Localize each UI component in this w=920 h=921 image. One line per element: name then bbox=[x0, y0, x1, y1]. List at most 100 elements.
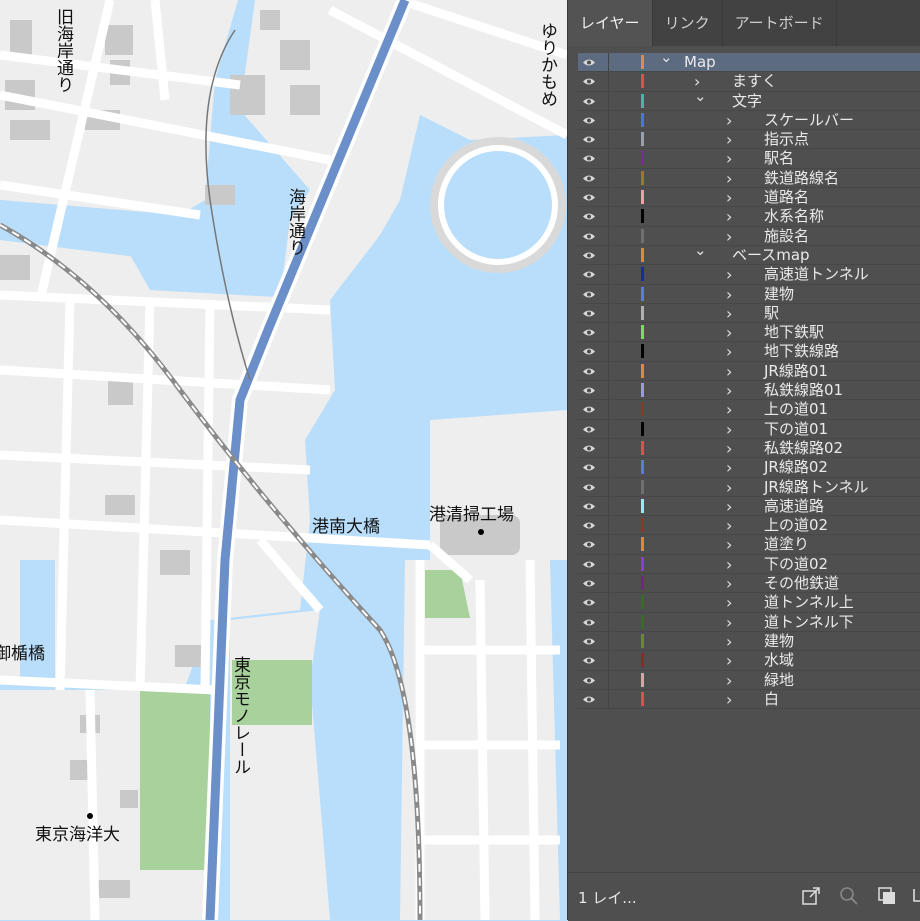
chevron-right-icon[interactable]: › bbox=[726, 594, 732, 611]
layer-row[interactable]: › 水系名称 bbox=[578, 207, 920, 227]
visibility-eye-icon[interactable] bbox=[582, 232, 596, 241]
lock-column[interactable] bbox=[608, 284, 609, 303]
visibility-eye-icon[interactable] bbox=[582, 425, 596, 434]
layer-row[interactable]: › 駅名 bbox=[578, 149, 920, 169]
visibility-eye-icon[interactable] bbox=[582, 579, 596, 588]
lock-column[interactable] bbox=[608, 265, 609, 284]
chevron-right-icon[interactable]: › bbox=[726, 479, 732, 496]
visibility-eye-icon[interactable] bbox=[582, 521, 596, 530]
layer-row[interactable]: › 道トンネル下 bbox=[578, 612, 920, 632]
chevron-right-icon[interactable]: › bbox=[726, 363, 732, 380]
visibility-eye-icon[interactable] bbox=[582, 367, 596, 376]
chevron-right-icon[interactable]: › bbox=[726, 575, 732, 592]
lock-column[interactable] bbox=[608, 110, 609, 130]
layer-row[interactable]: › 上の道01 bbox=[578, 400, 920, 420]
chevron-right-icon[interactable]: › bbox=[726, 382, 732, 399]
chevron-right-icon[interactable]: › bbox=[726, 633, 732, 650]
chevron-right-icon[interactable]: › bbox=[726, 112, 732, 129]
lock-column[interactable] bbox=[608, 419, 609, 438]
lock-column[interactable] bbox=[608, 381, 609, 400]
lock-column[interactable] bbox=[608, 245, 609, 265]
visibility-eye-icon[interactable] bbox=[582, 251, 596, 260]
visibility-eye-icon[interactable] bbox=[582, 309, 596, 318]
layer-row[interactable]: › 私鉄線路02 bbox=[578, 438, 920, 459]
layer-row[interactable]: › 鉄道路線名 bbox=[578, 168, 920, 189]
visibility-eye-icon[interactable] bbox=[582, 444, 596, 453]
chevron-right-icon[interactable]: › bbox=[726, 672, 732, 689]
lock-column[interactable] bbox=[608, 651, 609, 670]
chevron-right-icon[interactable]: › bbox=[726, 517, 732, 534]
export-icon[interactable] bbox=[800, 885, 822, 907]
chevron-right-icon[interactable]: › bbox=[726, 498, 732, 515]
visibility-eye-icon[interactable] bbox=[582, 618, 596, 627]
visibility-eye-icon[interactable] bbox=[582, 502, 596, 511]
visibility-eye-icon[interactable] bbox=[582, 77, 596, 86]
chevron-right-icon[interactable]: › bbox=[726, 343, 732, 360]
chevron-right-icon[interactable]: › bbox=[726, 459, 732, 476]
new-sublayer-icon[interactable] bbox=[908, 885, 920, 907]
layer-row[interactable]: › JR線路トンネル bbox=[578, 477, 920, 497]
lock-column[interactable] bbox=[608, 477, 609, 496]
visibility-eye-icon[interactable] bbox=[582, 560, 596, 569]
chevron-right-icon[interactable]: › bbox=[726, 208, 732, 225]
layer-row[interactable]: › 白 bbox=[578, 689, 920, 710]
visibility-eye-icon[interactable] bbox=[582, 290, 596, 299]
layer-row[interactable]: ⌄ Map bbox=[578, 49, 920, 73]
layer-row[interactable]: › スケールバー bbox=[578, 110, 920, 131]
visibility-eye-icon[interactable] bbox=[582, 695, 596, 704]
lock-column[interactable] bbox=[608, 554, 609, 574]
lock-column[interactable] bbox=[608, 53, 609, 72]
visibility-eye-icon[interactable] bbox=[582, 483, 596, 492]
chevron-right-icon[interactable]: › bbox=[726, 170, 732, 187]
lock-column[interactable] bbox=[608, 207, 609, 226]
chevron-down-icon[interactable]: ⌄ bbox=[694, 241, 707, 259]
layer-row[interactable]: › 指示点 bbox=[578, 130, 920, 150]
lock-column[interactable] bbox=[608, 400, 609, 419]
layer-row[interactable]: › 駅 bbox=[578, 303, 920, 324]
visibility-eye-icon[interactable] bbox=[582, 540, 596, 549]
lock-column[interactable] bbox=[608, 593, 609, 612]
layer-row[interactable]: ⌄ 文字 bbox=[578, 87, 920, 111]
lock-column[interactable] bbox=[608, 361, 609, 381]
lock-column[interactable] bbox=[608, 168, 609, 188]
lock-column[interactable] bbox=[608, 689, 609, 709]
visibility-eye-icon[interactable] bbox=[582, 97, 596, 106]
lock-column[interactable] bbox=[608, 149, 609, 168]
lock-column[interactable] bbox=[608, 91, 609, 110]
visibility-eye-icon[interactable] bbox=[582, 193, 596, 202]
layer-row[interactable]: › 施設名 bbox=[578, 226, 920, 246]
visibility-eye-icon[interactable] bbox=[582, 212, 596, 221]
lock-column[interactable] bbox=[608, 458, 609, 477]
lock-column[interactable] bbox=[608, 130, 609, 149]
visibility-eye-icon[interactable] bbox=[582, 116, 596, 125]
layer-row[interactable]: › 下の道01 bbox=[578, 419, 920, 439]
layer-row[interactable]: › 道トンネル上 bbox=[578, 593, 920, 613]
layer-row[interactable]: › 地下鉄線路 bbox=[578, 342, 920, 362]
tab-1[interactable]: リンク bbox=[653, 0, 723, 46]
tab-0[interactable]: レイヤー bbox=[568, 0, 653, 46]
visibility-eye-icon[interactable] bbox=[582, 676, 596, 685]
layer-row[interactable]: › 水域 bbox=[578, 651, 920, 671]
layer-row[interactable]: ⌄ ベースmap bbox=[578, 241, 920, 266]
chevron-right-icon[interactable]: › bbox=[726, 324, 732, 341]
lock-column[interactable] bbox=[608, 574, 609, 593]
visibility-eye-icon[interactable] bbox=[582, 386, 596, 395]
lock-column[interactable] bbox=[608, 516, 609, 535]
visibility-eye-icon[interactable] bbox=[582, 656, 596, 665]
layer-row[interactable]: › 私鉄線路01 bbox=[578, 381, 920, 401]
visibility-eye-icon[interactable] bbox=[582, 58, 596, 67]
lock-column[interactable] bbox=[608, 323, 609, 342]
layer-row[interactable]: › 緑地 bbox=[578, 670, 920, 690]
layer-row[interactable]: › 下の道02 bbox=[578, 554, 920, 575]
chevron-right-icon[interactable]: › bbox=[726, 150, 732, 167]
chevron-right-icon[interactable]: › bbox=[726, 536, 732, 553]
chevron-right-icon[interactable]: › bbox=[726, 440, 732, 457]
visibility-eye-icon[interactable] bbox=[582, 328, 596, 337]
chevron-right-icon[interactable]: › bbox=[726, 266, 732, 283]
visibility-eye-icon[interactable] bbox=[582, 154, 596, 163]
lock-column[interactable] bbox=[608, 612, 609, 631]
layer-row[interactable]: › 地下鉄駅 bbox=[578, 323, 920, 343]
layer-row[interactable]: › 道路名 bbox=[578, 188, 920, 208]
visibility-eye-icon[interactable] bbox=[582, 135, 596, 144]
chevron-right-icon[interactable]: › bbox=[726, 691, 732, 708]
